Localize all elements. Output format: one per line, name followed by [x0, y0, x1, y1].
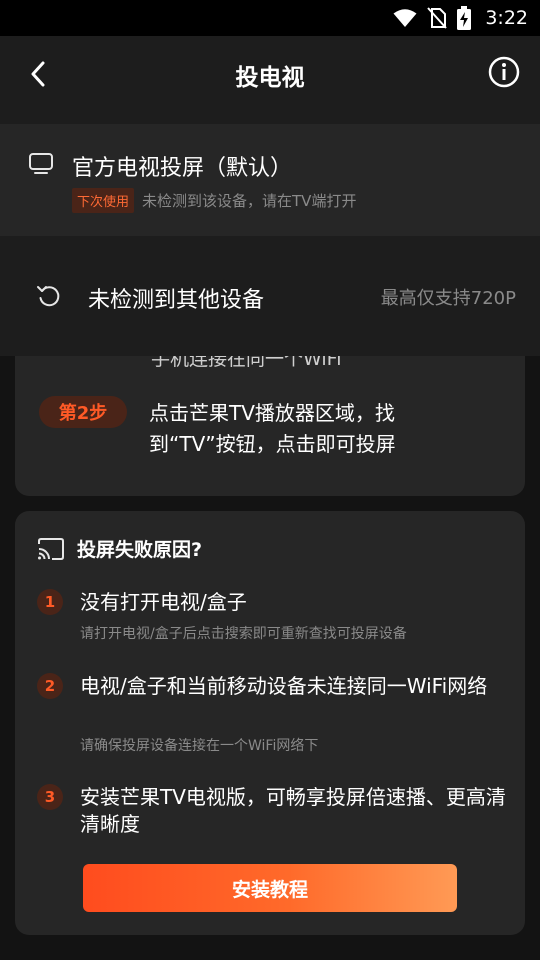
refresh-icon[interactable] — [36, 283, 62, 313]
page-title: 投电视 — [235, 65, 305, 91]
no-other-devices-label: 未检测到其他设备 — [88, 288, 265, 313]
failure-reasons-card: 投屏失败原因? 1 没有打开电视/盒子 请打开电视/盒子后点击搜索即可重新查找可… — [15, 511, 525, 935]
reason-number: 3 — [37, 784, 63, 810]
reason-title: 安装芒果TV电视版，可畅享投屏倍速播、更高清清晰度 — [80, 785, 506, 836]
info-icon — [488, 56, 520, 88]
steps-card: 手机连接在同一个WiFi 第2步 点击芒果TV播放器区域，找到“TV”按钮，点击… — [15, 356, 525, 496]
battery-charging-icon — [457, 6, 472, 30]
reasons-header: 投屏失败原因? — [37, 535, 202, 562]
no-sim-icon — [427, 7, 448, 29]
resolution-limit-label: 最高仅支持720P — [380, 288, 516, 309]
status-bar: 3:22 — [0, 0, 540, 36]
step2-badge: 第2步 — [39, 396, 127, 428]
screen: 3:22 投电视 官方电视投屏（默认） 下次使用 未检测到该设备，请在TV端打开… — [0, 0, 540, 960]
official-device-title: 官方电视投屏（默认） — [72, 156, 293, 181]
status-time: 3:22 — [485, 7, 528, 29]
cast-icon — [38, 537, 64, 560]
reason-subtitle: 请确保投屏设备连接在一个WiFi网络下 — [80, 738, 319, 754]
reason-title: 没有打开电视/盒子 — [80, 590, 247, 614]
reason-number: 1 — [37, 589, 63, 615]
step2-text: 点击芒果TV播放器区域，找到“TV”按钮，点击即可投屏 — [149, 401, 396, 456]
reason-title: 电视/盒子和当前移动设备未连接同一WiFi网络 — [80, 674, 488, 698]
status-icons: 3:22 — [393, 0, 528, 36]
next-use-badge: 下次使用 — [72, 188, 135, 213]
other-devices-row[interactable]: 未检测到其他设备 最高仅支持720P — [0, 236, 540, 356]
official-device-status: 未检测到该设备，请在TV端打开 — [142, 192, 357, 210]
reasons-title: 投屏失败原因? — [77, 539, 203, 561]
reason-subtitle: 请打开电视/盒子后点击搜索即可重新查找可投屏设备 — [80, 626, 407, 642]
step1-partial-text: 手机连接在同一个WiFi — [151, 356, 342, 370]
install-tutorial-button[interactable]: 安装教程 — [83, 864, 457, 912]
wifi-icon — [393, 9, 417, 27]
tv-icon — [28, 150, 54, 180]
official-device-item[interactable]: 官方电视投屏（默认） 下次使用 未检测到该设备，请在TV端打开 — [0, 124, 540, 236]
nav-bar: 投电视 — [0, 36, 540, 124]
official-device-sub: 下次使用 未检测到该设备，请在TV端打开 — [72, 188, 356, 213]
info-button[interactable] — [486, 54, 522, 90]
reason-number: 2 — [37, 673, 63, 699]
